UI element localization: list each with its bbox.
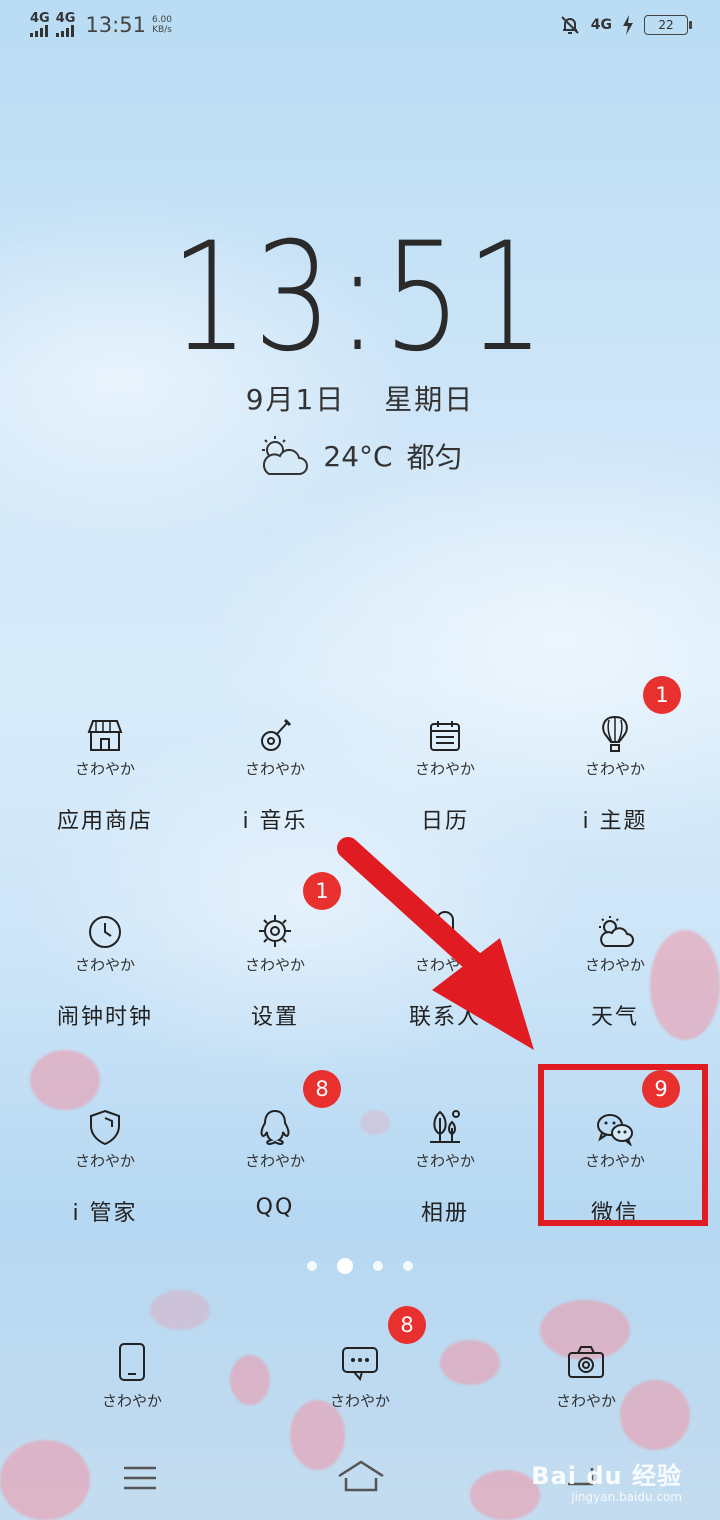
status-right: 4G 22 [559,14,692,36]
phone-icon [119,1343,145,1381]
app-alarm-clock[interactable]: さわやか 闹钟时钟 [20,910,190,1031]
app-weather[interactable]: さわやか 天气 [530,910,700,1031]
lockscreen-clock[interactable]: 13:51 [65,218,655,378]
app-subtitle: さわやか [414,1152,475,1170]
network-type-label: 4G [590,17,612,33]
gear-icon [190,910,360,950]
app-gallery[interactable]: さわやか 相册 [360,1106,530,1227]
weather-widget[interactable]: 24°C 都匀 [0,434,720,478]
menu-button[interactable] [122,1464,158,1492]
petal-decoration [150,1290,210,1330]
mute-bell-icon [561,16,579,34]
network-type-label: 4G [55,11,76,26]
lockscreen-date[interactable]: 9月1日 星期日 [0,378,720,418]
signal-sim2: 4G [55,11,76,37]
notification-badge: 1 [643,676,681,714]
home-button[interactable] [336,1458,386,1494]
app-subtitle: さわやか [329,1392,390,1410]
camera-icon [568,1346,604,1378]
notification-badge: 8 [388,1306,426,1344]
app-subtitle: さわやか [74,956,135,974]
signal-bars-icon [55,25,74,37]
app-label: i 音乐 [242,809,308,834]
weekday-text: 星期日 [384,383,475,416]
highlight-box [538,1064,708,1226]
watermark-logo: Bai du 经验 [531,1462,682,1490]
notification-badge: 1 [303,872,341,910]
app-subtitle: さわやか [244,760,305,778]
petal-decoration [30,1050,100,1110]
app-label: 设置 [250,1005,299,1030]
app-label: 闹钟时钟 [56,1005,153,1030]
app-calendar[interactable]: さわやか 日历 [360,714,530,835]
signal-bars-icon [30,25,48,37]
partly-cloudy-icon [262,436,309,475]
app-label: i 管家 [72,1201,138,1226]
app-label: 天气 [590,1005,639,1030]
app-subtitle: さわやか [101,1392,162,1410]
app-subtitle: さわやか [555,1392,616,1410]
petal-decoration [230,1355,270,1405]
dock-messages[interactable]: さわやか [290,1342,430,1411]
app-subtitle: さわやか [74,760,135,778]
network-speed-unit: KB/s [152,24,172,35]
temperature-text: 24°C [323,439,393,473]
date-text: 9月1日 [245,383,346,416]
app-i-music[interactable]: さわやか i 音乐 [190,714,360,835]
dock-phone[interactable]: さわやか [62,1342,202,1411]
page-indicator[interactable] [0,1258,720,1274]
status-bar: 4G 4G 13:51 6.00 KB/s 4G 22 [0,0,720,56]
shield-icon [20,1106,190,1146]
page-dot[interactable] [307,1261,317,1271]
app-subtitle: さわやか [244,1152,305,1170]
app-subtitle: さわやか [74,1152,135,1170]
contact-icon [360,910,530,950]
app-label: 应用商店 [56,809,153,834]
dock-camera[interactable]: さわやか [516,1342,656,1411]
clock-icon [20,910,190,950]
store-icon [20,714,190,754]
app-subtitle: さわやか [414,760,475,778]
app-contacts[interactable]: さわやか 联系人 [360,910,530,1031]
app-app-store[interactable]: さわやか 应用商店 [20,714,190,835]
network-speed-value: 6.00 [151,14,173,25]
network-type-label: 4G [30,11,50,26]
app-label: QQ [255,1195,295,1220]
app-qq[interactable]: さわやか QQ [190,1106,360,1220]
page-dot-active[interactable] [337,1258,353,1274]
tree-icon [360,1106,530,1146]
calendar-icon [360,714,530,754]
battery-level: 22 [658,18,674,32]
app-subtitle: さわやか [414,956,475,974]
weather-icon [530,910,700,950]
balloon-icon [530,714,700,754]
status-left: 4G 4G 13:51 6.00 KB/s [30,12,172,37]
battery-icon: 22 [644,15,692,35]
app-label: 联系人 [408,1005,481,1030]
status-time: 13:51 [85,12,146,37]
app-label: 相册 [420,1201,469,1226]
petal-decoration [440,1340,500,1385]
page-dot[interactable] [403,1261,413,1271]
signal-sim1: 4G [30,12,50,37]
city-text: 都匀 [406,441,463,474]
message-icon [342,1347,378,1382]
app-subtitle: さわやか [244,956,305,974]
notification-badge: 8 [303,1070,341,1108]
guitar-icon [190,714,360,754]
page-dot[interactable] [373,1261,383,1271]
watermark-url: jingyan.baidu.com [571,1490,682,1504]
qq-penguin-icon [190,1106,360,1146]
app-subtitle: さわやか [584,956,645,974]
app-i-manager[interactable]: さわやか i 管家 [20,1106,190,1227]
app-subtitle: さわやか [584,760,645,778]
app-label: i 主题 [582,809,648,834]
app-label: 日历 [420,809,469,834]
network-speed: 6.00 KB/s [152,15,172,35]
app-settings[interactable]: さわやか 设置 [190,910,360,1031]
charging-icon [623,15,633,35]
app-i-theme[interactable]: さわやか i 主题 [530,714,700,835]
